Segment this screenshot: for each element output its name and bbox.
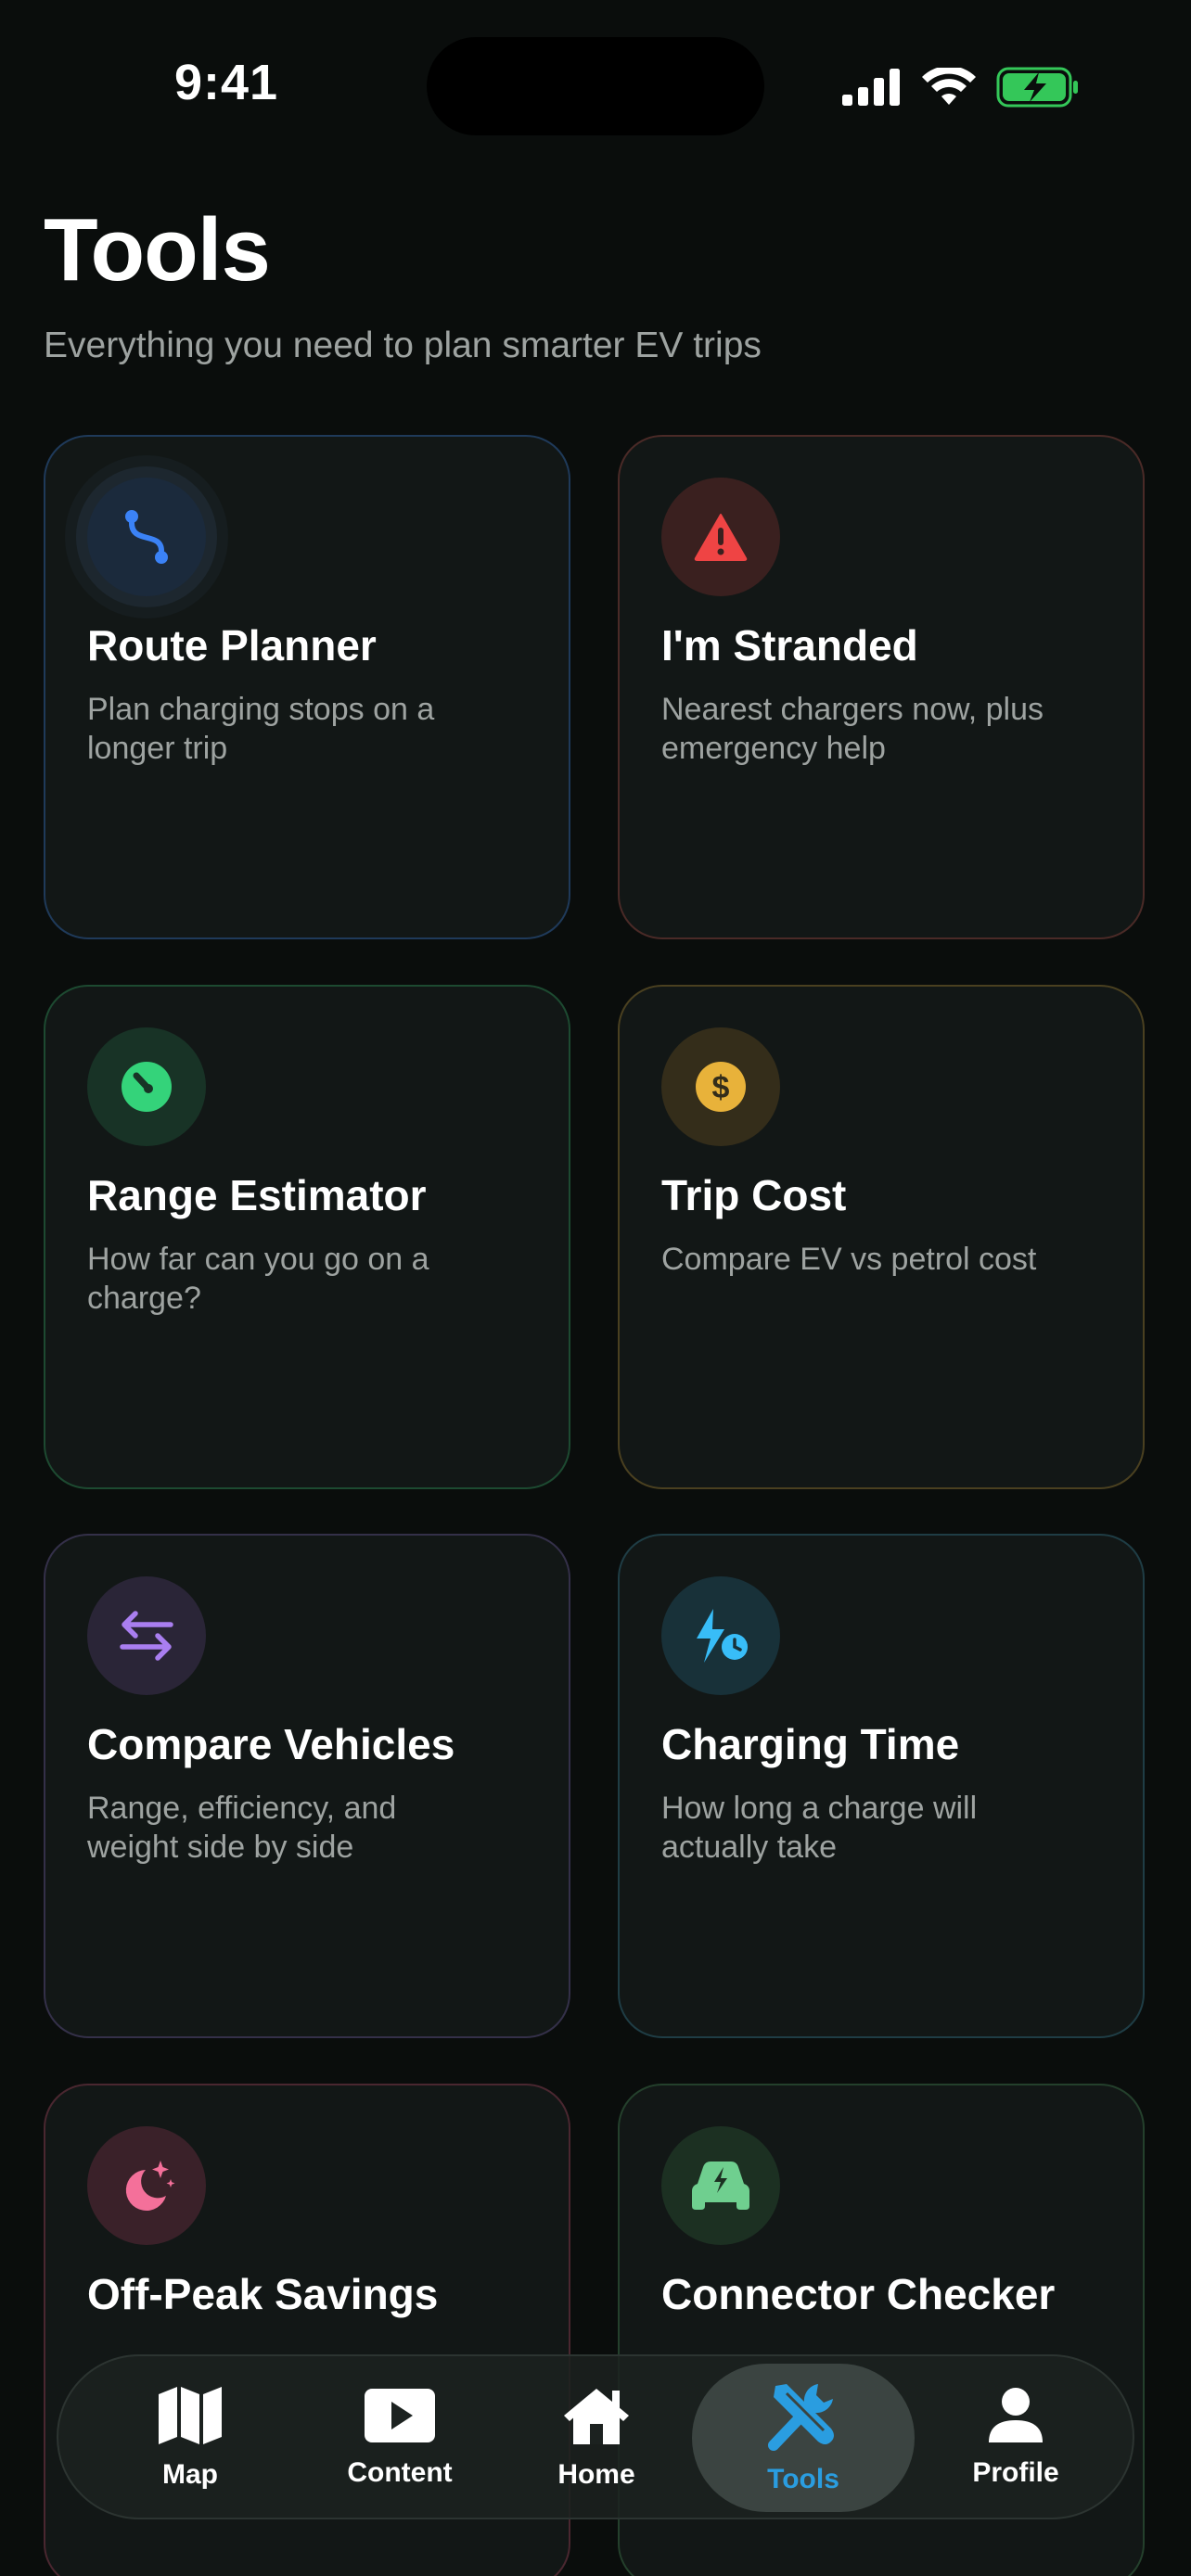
- route-icon: [125, 510, 168, 564]
- tools-icon: [768, 2384, 834, 2451]
- swap-arrows-icon: [120, 1611, 173, 1661]
- route-icon-badge: [87, 478, 206, 596]
- charge-clock-icon: [697, 1609, 748, 1663]
- tab-home[interactable]: Home: [522, 2364, 671, 2512]
- card-title: Trip Cost: [661, 1171, 847, 1219]
- tool-card-range-estimator[interactable]: Range Estimator How far can you go on a …: [44, 985, 570, 1489]
- car-charge-icon: [692, 2162, 749, 2210]
- card-title: Connector Checker: [661, 2270, 1056, 2318]
- tool-card-charging-time[interactable]: Charging Time How long a charge will act…: [618, 1534, 1145, 2038]
- card-title: Range Estimator: [87, 1171, 427, 1219]
- battery-charging-icon: [996, 67, 1078, 108]
- page-title: Tools: [44, 200, 271, 300]
- tab-label: Map: [162, 2459, 218, 2490]
- warning-icon: [694, 514, 748, 561]
- map-icon: [159, 2387, 222, 2444]
- status-bar: 9:41: [0, 0, 1191, 176]
- status-time: 9:41: [174, 55, 279, 110]
- tab-label: Tools: [767, 2464, 839, 2494]
- tab-label: Content: [347, 2457, 453, 2488]
- status-icons: [842, 61, 1080, 113]
- home-icon: [564, 2389, 629, 2444]
- svg-text:$: $: [712, 1070, 730, 1105]
- tab-tools[interactable]: Tools: [692, 2364, 915, 2512]
- card-description: Compare EV vs petrol cost: [661, 1242, 1037, 1277]
- dynamic-island: [427, 37, 764, 135]
- card-title: Off-Peak Savings: [87, 2270, 439, 2318]
- swap-arrows-icon-badge: [87, 1576, 206, 1695]
- gauge-icon: [122, 1062, 172, 1112]
- tab-label: Home: [557, 2459, 635, 2490]
- card-title: I'm Stranded: [661, 621, 918, 670]
- wifi-icon: [922, 68, 976, 105]
- card-description: How far can you go on a charge?: [87, 1242, 429, 1316]
- person-icon: [989, 2388, 1043, 2442]
- tab-profile[interactable]: Profile: [941, 2364, 1090, 2512]
- gauge-icon-badge: [87, 1027, 206, 1146]
- tab-label: Profile: [972, 2457, 1059, 2488]
- card-title: Charging Time: [661, 1720, 960, 1768]
- card-description: Plan charging stops on a longer trip: [87, 692, 435, 766]
- card-title: Route Planner: [87, 621, 377, 670]
- dollar-icon-badge: $: [661, 1027, 780, 1146]
- tool-card-route-planner[interactable]: Route Planner Plan charging stops on a l…: [44, 435, 570, 939]
- page-subtitle: Everything you need to plan smarter EV t…: [44, 325, 762, 365]
- card-description: Range, efficiency, and weight side by si…: [87, 1791, 397, 1865]
- tab-content[interactable]: Content: [316, 2364, 483, 2512]
- tool-card-trip-cost[interactable]: $ Trip Cost Compare EV vs petrol cost: [618, 985, 1145, 1489]
- car-charge-icon-badge: [661, 2126, 780, 2245]
- tool-card-compare-vehicles[interactable]: Compare Vehicles Range, efficiency, and …: [44, 1534, 570, 2038]
- tool-card-im-stranded[interactable]: I'm Stranded Nearest chargers now, plus …: [618, 435, 1145, 939]
- cellular-signal-icon: [842, 69, 900, 106]
- charge-clock-icon-badge: [661, 1576, 780, 1695]
- tab-bar: Map Content Home Tools Profile: [57, 2354, 1134, 2519]
- card-description: Nearest chargers now, plus emergency hel…: [661, 692, 1044, 766]
- moon-stars-icon: [125, 2161, 175, 2211]
- dollar-icon: $: [696, 1062, 746, 1112]
- tab-map[interactable]: Map: [116, 2364, 264, 2512]
- tools-screen: 9:41 Tools Everything you need to plan s…: [0, 0, 1191, 2576]
- play-icon: [365, 2389, 435, 2442]
- card-description: How long a charge will actually take: [661, 1791, 978, 1865]
- warning-icon-badge: [661, 478, 780, 596]
- moon-stars-icon-badge: [87, 2126, 206, 2245]
- card-title: Compare Vehicles: [87, 1720, 455, 1768]
